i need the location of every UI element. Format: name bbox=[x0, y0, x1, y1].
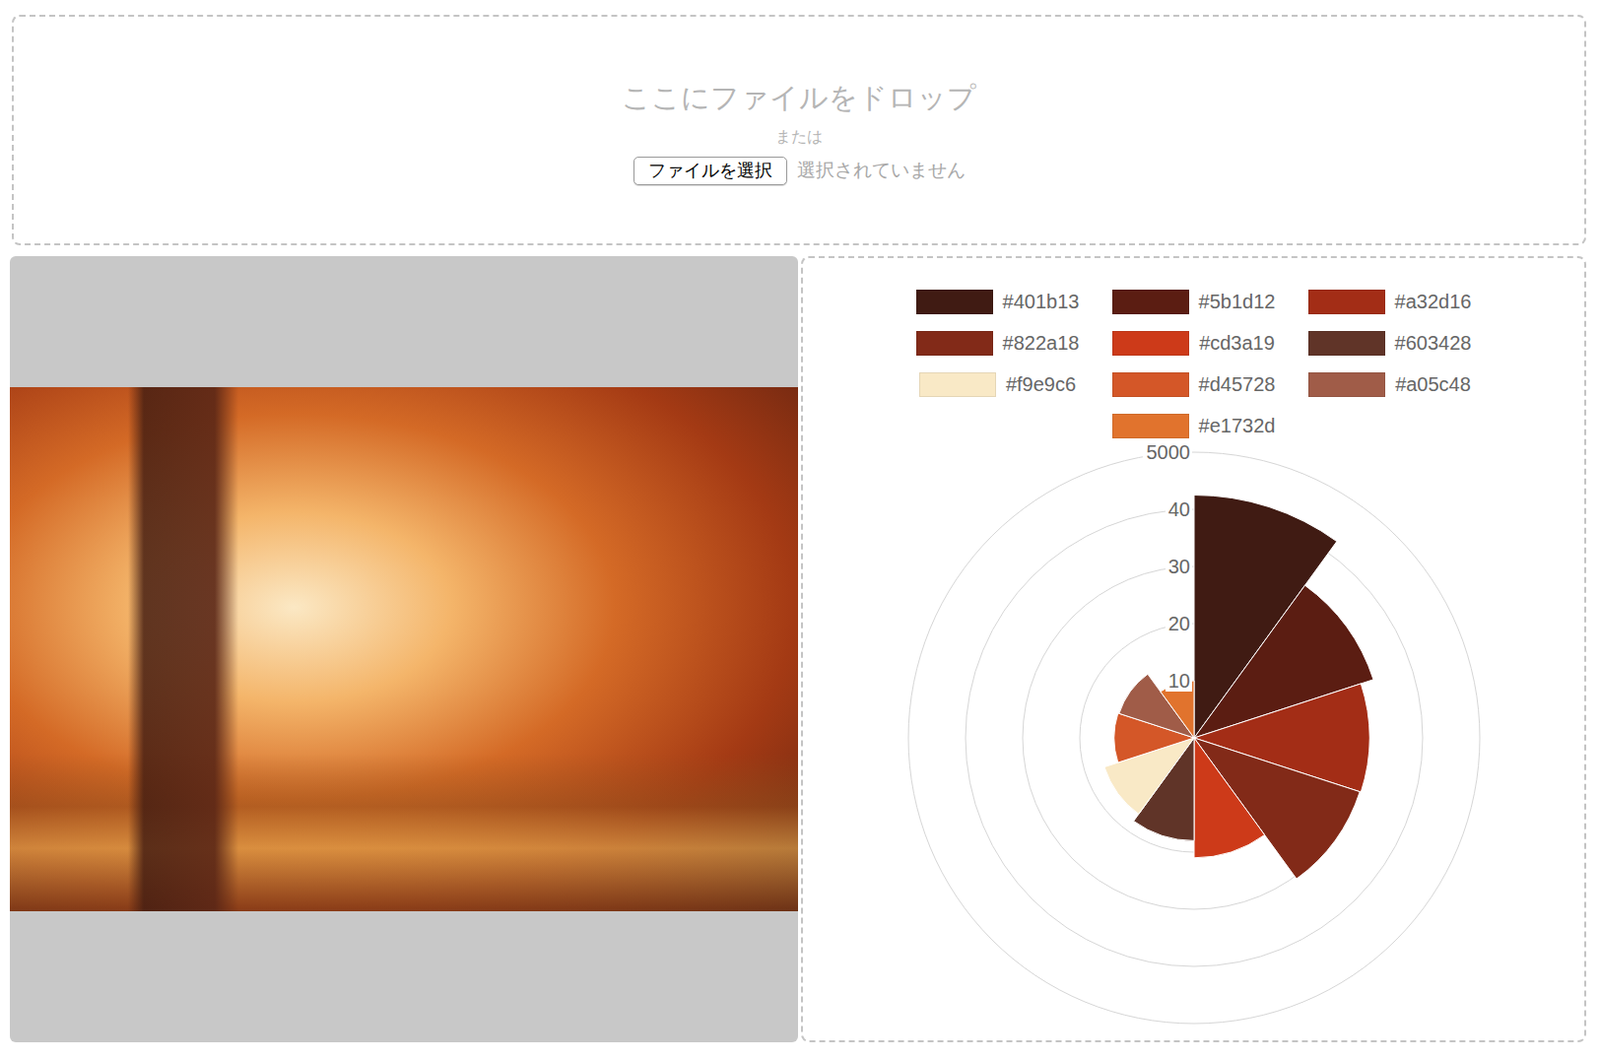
legend-label: #cd3a19 bbox=[1199, 330, 1275, 356]
chart-wedge bbox=[1194, 737, 1360, 879]
legend-swatch bbox=[1112, 372, 1190, 398]
legend-item[interactable]: #5b1d12 bbox=[1095, 288, 1292, 315]
tick-label: 20 bbox=[1167, 612, 1190, 635]
chart-panel: #401b13 #5b1d12 #a32d16 #822a18 #cd3a19 #6034… bbox=[800, 256, 1587, 1043]
photo bbox=[9, 387, 799, 912]
legend-label: #5b1d12 bbox=[1199, 288, 1276, 315]
drop-zone[interactable]: ここにファイルをドロップまたはファイルを選択選択されていません bbox=[11, 14, 1587, 246]
image-preview bbox=[9, 256, 799, 1043]
legend-item[interactable]: #cd3a19 bbox=[1095, 330, 1292, 356]
legend-label: #e1732d bbox=[1199, 412, 1276, 439]
legend-item[interactable]: #401b13 bbox=[899, 288, 1096, 315]
legend-swatch bbox=[916, 331, 994, 356]
tick-backdrop bbox=[1142, 441, 1193, 464]
legend-swatch bbox=[1112, 413, 1190, 439]
tick-backdrop bbox=[1165, 498, 1193, 521]
chart-legend: #401b13 #5b1d12 #a32d16 #822a18 #cd3a19 #6034… bbox=[898, 258, 1490, 439]
legend-swatch bbox=[916, 289, 994, 315]
legend-swatch bbox=[1308, 372, 1386, 398]
legend-swatch bbox=[1308, 331, 1386, 356]
legend-label: #d45728 bbox=[1199, 371, 1276, 398]
legend-swatch bbox=[1308, 289, 1386, 315]
tick-backdrop bbox=[1165, 669, 1193, 692]
separator-text: または bbox=[775, 125, 823, 149]
tick: 40 bbox=[1165, 498, 1193, 521]
tick-label: 40 bbox=[1167, 498, 1190, 521]
legend-label: #822a18 bbox=[1002, 330, 1080, 356]
file-row: ファイルを選択選択されていません bbox=[633, 156, 966, 186]
legend-item[interactable]: #a05c48 bbox=[1291, 371, 1488, 398]
legend-label: #a05c48 bbox=[1395, 371, 1471, 398]
tick-label: 30 bbox=[1167, 555, 1190, 578]
legend-item[interactable]: #f9e9c6 bbox=[899, 371, 1096, 398]
tick: 20 bbox=[1165, 612, 1193, 635]
polar-area-chart: 5000 40 30 20 10 bbox=[801, 440, 1587, 1032]
legend-swatch bbox=[919, 372, 997, 398]
tick-label: 5000 bbox=[1145, 441, 1191, 464]
legend-item[interactable]: #a32d16 bbox=[1291, 288, 1488, 315]
content-area: #401b13 #5b1d12 #a32d16 #822a18 #cd3a19 #6034… bbox=[9, 256, 1587, 1043]
legend-swatch bbox=[1112, 331, 1190, 356]
tick-backdrop bbox=[1165, 612, 1193, 635]
legend-item[interactable]: #822a18 bbox=[899, 330, 1096, 356]
chart-wedge bbox=[1194, 737, 1266, 859]
legend-item[interactable]: #d45728 bbox=[1095, 371, 1292, 398]
tick: 10 bbox=[1165, 669, 1193, 692]
tick: 5000 bbox=[1142, 441, 1193, 464]
file-status: 選択されていません bbox=[797, 156, 966, 186]
file-select-button[interactable]: ファイルを選択 bbox=[633, 156, 788, 186]
tick-backdrop bbox=[1165, 555, 1193, 578]
legend-swatch bbox=[1112, 289, 1190, 315]
legend-label: #a32d16 bbox=[1395, 288, 1472, 315]
tick: 30 bbox=[1165, 555, 1193, 578]
grid-ring bbox=[908, 452, 1480, 1024]
legend-label: #603428 bbox=[1395, 330, 1472, 356]
legend-label: #401b13 bbox=[1002, 288, 1080, 315]
legend-item[interactable]: #603428 bbox=[1291, 330, 1488, 356]
legend-label: #f9e9c6 bbox=[1005, 371, 1076, 398]
drop-title: ここにファイルをドロップ bbox=[621, 80, 977, 116]
legend-item[interactable]: #e1732d bbox=[1095, 412, 1292, 439]
tick-label: 10 bbox=[1167, 669, 1190, 692]
